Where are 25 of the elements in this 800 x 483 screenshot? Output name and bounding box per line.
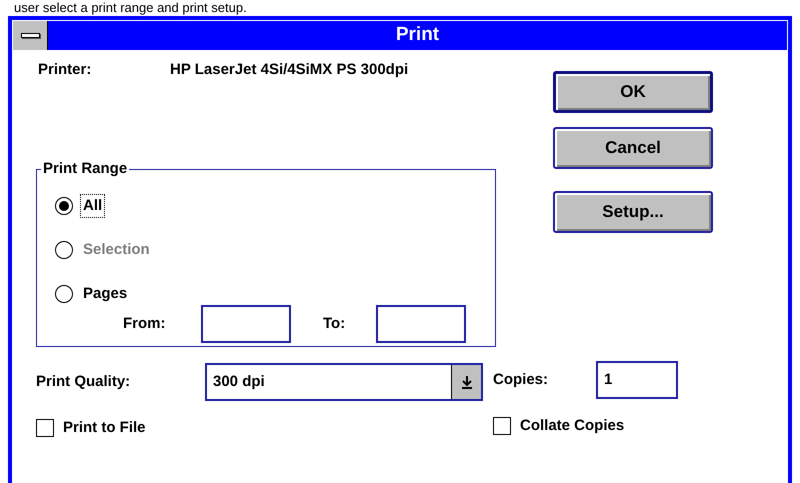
to-field[interactable] bbox=[376, 305, 466, 343]
minus-icon bbox=[20, 33, 40, 38]
radio-button[interactable] bbox=[55, 197, 73, 215]
radio-button[interactable] bbox=[55, 285, 73, 303]
caption-text: user select a print range and print setup. bbox=[14, 0, 247, 15]
copies-label: Copies: bbox=[493, 370, 550, 390]
checkbox-label[interactable]: Collate Copies bbox=[520, 415, 624, 438]
printer-label: Printer: bbox=[37, 60, 92, 80]
dialog-button[interactable]: Setup... bbox=[553, 191, 713, 233]
from-field[interactable] bbox=[201, 305, 291, 343]
checkbox-label[interactable]: Print to File bbox=[63, 417, 146, 440]
print-quality-dropdown[interactable]: 300 dpi bbox=[205, 363, 483, 401]
dialog-button[interactable]: OK bbox=[553, 71, 713, 113]
printer-name: HP LaserJet 4Si/4SiMX PS 300dpi bbox=[170, 60, 408, 80]
from-label: From: bbox=[123, 314, 166, 334]
checkbox[interactable] bbox=[493, 417, 511, 436]
system-menu-button[interactable] bbox=[13, 21, 48, 50]
radio-label[interactable]: Pages bbox=[81, 282, 130, 306]
radio-label[interactable]: All bbox=[81, 194, 104, 218]
copies-field[interactable]: 1 bbox=[596, 361, 678, 399]
checkbox[interactable] bbox=[36, 419, 54, 438]
to-label: To: bbox=[323, 314, 346, 334]
print-quality-label: Print Quality: bbox=[35, 372, 132, 392]
window-title: Print bbox=[396, 24, 440, 46]
dialog-button[interactable]: Cancel bbox=[553, 127, 713, 169]
